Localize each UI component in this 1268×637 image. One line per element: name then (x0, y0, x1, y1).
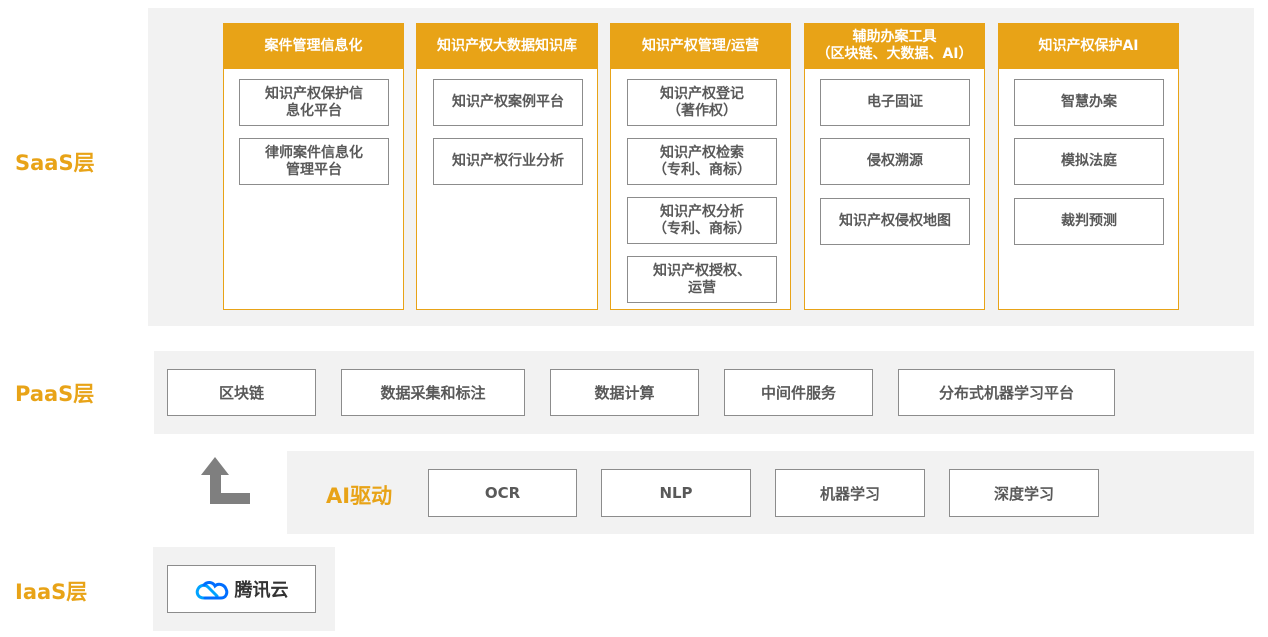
saas-column-ip-protection-ai: 知识产权保护AI 智慧办案 模拟法庭 裁判预测 (998, 23, 1179, 310)
saas-item[interactable]: 知识产权案例平台 (433, 79, 583, 126)
saas-layer-label: SaaS层 (15, 151, 95, 175)
tencent-cloud-logo[interactable]: 腾讯云 (167, 565, 316, 613)
paas-item-data-collection[interactable]: 数据采集和标注 (341, 369, 525, 416)
logo-text: 腾讯云 (234, 580, 289, 601)
column-header: 知识产权管理/运营 (610, 23, 791, 69)
saas-item[interactable]: 知识产权检索 （专利、商标） (627, 138, 777, 185)
saas-item[interactable]: 知识产权登记 （著作权） (627, 79, 777, 126)
saas-item[interactable]: 知识产权侵权地图 (820, 198, 970, 245)
saas-column-case-management: 案件管理信息化 知识产权保护信 息化平台 律师案件信息化 管理平台 (223, 23, 404, 310)
paas-item-ml-platform[interactable]: 分布式机器学习平台 (898, 369, 1115, 416)
column-header: 案件管理信息化 (223, 23, 404, 69)
up-arrow-icon (201, 457, 250, 504)
column-header: 知识产权大数据知识库 (416, 23, 598, 69)
saas-column-ip-bigdata: 知识产权大数据知识库 知识产权案例平台 知识产权行业分析 (416, 23, 598, 310)
cloud-logo-icon (195, 581, 228, 600)
paas-item-middleware[interactable]: 中间件服务 (724, 369, 873, 416)
saas-item[interactable]: 知识产权分析 （专利、商标） (627, 197, 777, 244)
saas-item[interactable]: 电子固证 (820, 79, 970, 126)
saas-column-ip-management: 知识产权管理/运营 知识产权登记 （著作权） 知识产权检索 （专利、商标） 知识… (610, 23, 791, 310)
saas-item[interactable]: 裁判预测 (1014, 198, 1164, 245)
ai-item-nlp[interactable]: NLP (601, 469, 751, 517)
saas-item[interactable]: 模拟法庭 (1014, 138, 1164, 185)
column-header: 辅助办案工具 （区块链、大数据、AI） (804, 23, 985, 69)
saas-item[interactable]: 知识产权保护信 息化平台 (239, 79, 389, 126)
paas-item-data-compute[interactable]: 数据计算 (550, 369, 699, 416)
ai-item-machine-learning[interactable]: 机器学习 (775, 469, 925, 517)
saas-column-assist-tools: 辅助办案工具 （区块链、大数据、AI） 电子固证 侵权溯源 知识产权侵权地图 (804, 23, 985, 310)
iaas-layer-label: IaaS层 (15, 580, 88, 604)
ai-item-deep-learning[interactable]: 深度学习 (949, 469, 1099, 517)
ai-item-ocr[interactable]: OCR (428, 469, 577, 517)
saas-item[interactable]: 侵权溯源 (820, 138, 970, 185)
saas-item[interactable]: 知识产权行业分析 (433, 138, 583, 185)
ai-driven-label: AI驱动 (326, 484, 393, 508)
saas-item[interactable]: 智慧办案 (1014, 79, 1164, 126)
saas-item[interactable]: 律师案件信息化 管理平台 (239, 138, 389, 185)
column-header: 知识产权保护AI (998, 23, 1179, 69)
paas-item-blockchain[interactable]: 区块链 (167, 369, 316, 416)
paas-layer-label: PaaS层 (15, 382, 95, 406)
saas-item[interactable]: 知识产权授权、 运营 (627, 256, 777, 303)
